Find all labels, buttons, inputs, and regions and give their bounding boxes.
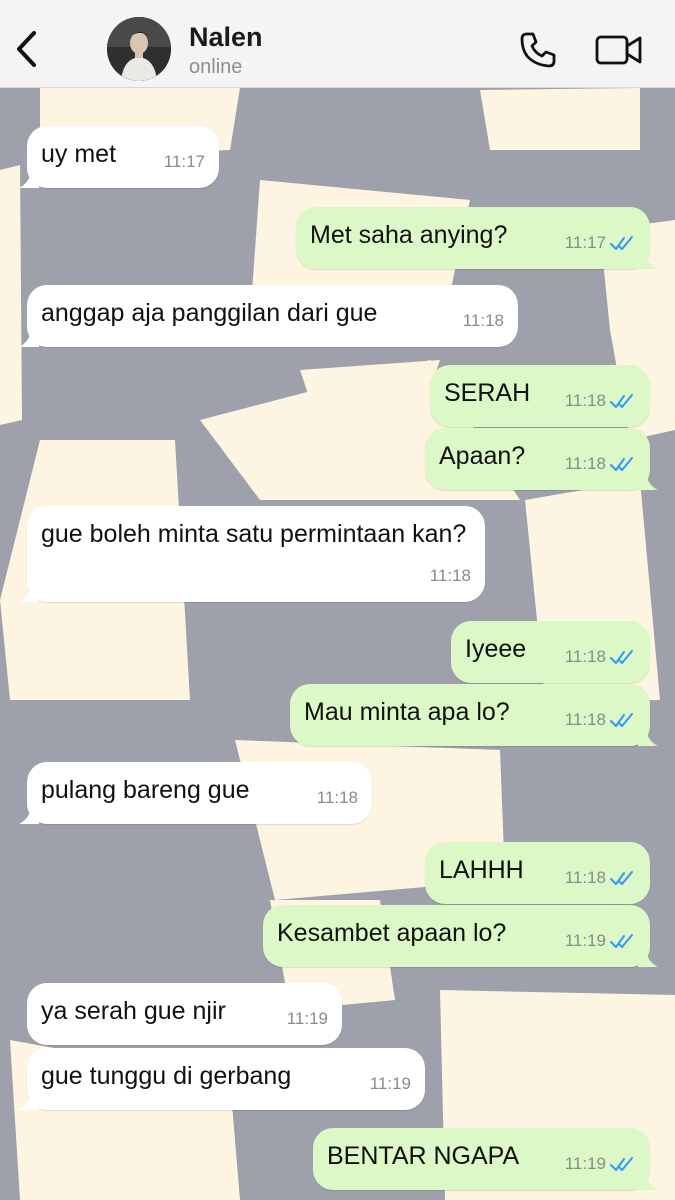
read-receipt-icon [610,1156,633,1171]
bubble-tail [638,947,658,967]
bubble-tail [19,582,39,602]
message-time: 11:18 [564,710,606,729]
chevron-left-icon [17,31,36,67]
video-camera-icon [595,35,642,65]
read-receipt-icon [610,933,633,948]
message-time: 11:18 [429,566,471,585]
incoming-message-bubble[interactable]: anggap aja panggilan dari gue 11:18 [19,285,518,347]
message-time: 11:18 [316,788,358,807]
outgoing-message-bubble[interactable]: LAHHH 11:18 [425,842,650,904]
message-text: gue boleh minta satu permintaan kan? [41,520,467,548]
bubble-tail [19,804,39,824]
voice-call-button[interactable] [518,30,558,70]
message-meta: 11:18 [565,384,636,417]
read-receipt-icon [610,712,633,727]
bubble-tail [638,249,658,269]
message-text: pulang bareng gue [41,776,250,804]
outgoing-message-bubble[interactable]: Mau minta apa lo? 11:18 [290,684,658,746]
bubble-tail [638,470,658,490]
contact-status: online [189,56,243,78]
message-time: 11:18 [564,454,606,473]
incoming-message-bubble[interactable]: uy met 11:17 [19,126,219,188]
message-time: 11:19 [564,1154,606,1173]
message-meta: 11:18 [565,861,636,894]
message-meta: 11:19 [287,1002,328,1035]
outgoing-message-bubble[interactable]: Apaan? 11:18 [425,428,658,490]
message-time: 11:18 [462,311,504,330]
incoming-message-bubble[interactable]: ya serah gue njir 11:19 [27,983,342,1045]
read-receipt-icon [610,649,633,664]
video-call-button[interactable] [594,32,644,68]
message-meta: 11:19 [370,1067,411,1100]
message-text: anggap aja panggilan dari gue [41,299,378,327]
message-meta: 11:18 [430,559,471,592]
message-time: 11:17 [163,152,205,171]
message-time: 11:18 [564,391,606,410]
outgoing-message-bubble[interactable]: Kesambet apaan lo? 11:19 [263,905,658,967]
contact-name[interactable]: Nalen [189,22,263,53]
read-receipt-icon [610,456,633,471]
message-meta: 11:18 [565,640,636,673]
message-meta: 11:18 [317,781,358,814]
message-text: gue tunggu di gerbang [41,1062,292,1090]
message-time: 11:17 [564,233,606,252]
incoming-message-bubble[interactable]: gue tunggu di gerbang 11:19 [19,1048,425,1110]
message-meta: 11:17 [164,145,205,178]
back-button[interactable] [10,26,44,72]
bubble-tail [638,726,658,746]
bubble-tail [19,1090,39,1110]
phone-icon [520,32,556,68]
message-time: 11:19 [286,1009,328,1028]
incoming-message-bubble[interactable]: gue boleh minta satu permintaan kan? 11:1… [19,506,485,602]
message-meta: 11:18 [463,304,504,337]
incoming-message-bubble[interactable]: pulang bareng gue 11:18 [19,762,372,824]
outgoing-message-bubble[interactable]: BENTAR NGAPA 11:19 [313,1128,658,1190]
read-receipt-icon [610,870,633,885]
read-receipt-icon [610,235,633,250]
outgoing-message-bubble[interactable]: Met saha anying? 11:17 [296,207,658,269]
message-text: ya serah gue njir [41,997,226,1025]
message-time: 11:19 [564,931,606,950]
message-time: 11:18 [564,868,606,887]
message-meta: 11:18 [565,447,636,480]
bubble-tail [19,168,39,188]
outgoing-message-bubble[interactable]: SERAH 11:18 [430,365,650,427]
message-meta: 11:18 [565,703,636,736]
chat-header: Nalen online [0,0,675,88]
message-time: 11:18 [564,647,606,666]
avatar-image [107,17,171,81]
bubble-tail [638,1170,658,1190]
outgoing-message-bubble[interactable]: Iyeee 11:18 [451,621,650,683]
message-meta: 11:17 [565,226,636,259]
bubble-tail [19,327,39,347]
message-time: 11:19 [369,1074,411,1093]
avatar[interactable] [107,17,171,81]
message-meta: 11:19 [565,1147,636,1180]
message-meta: 11:19 [565,924,636,957]
read-receipt-icon [610,393,633,408]
